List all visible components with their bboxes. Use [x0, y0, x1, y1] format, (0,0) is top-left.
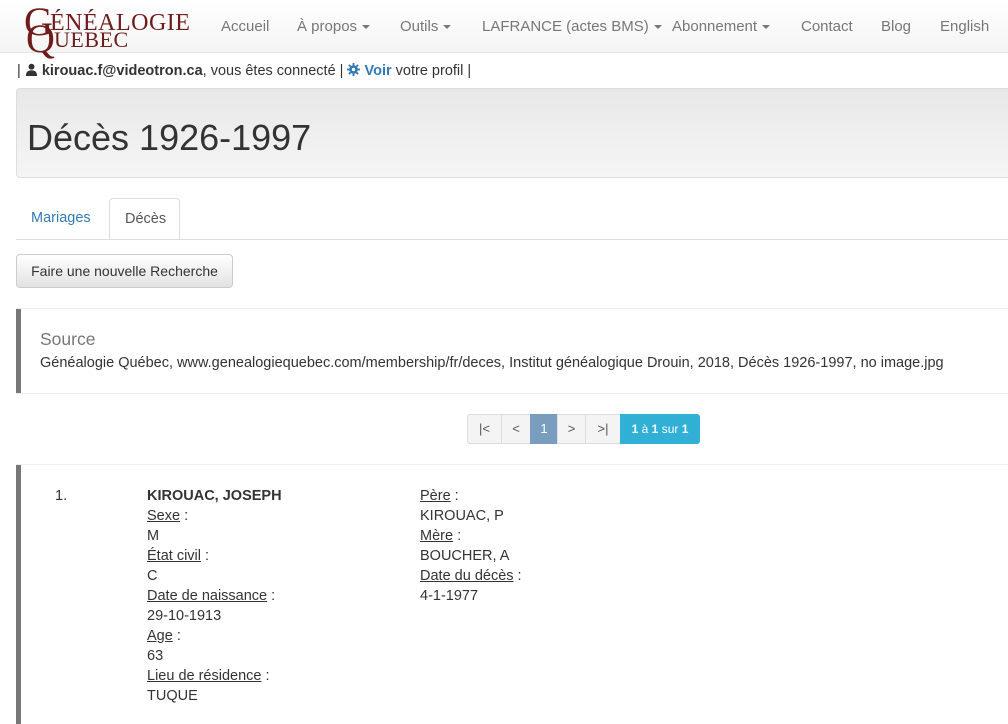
nav-abonnement-label: Abonnement [672, 18, 758, 35]
view-profile-link[interactable]: Voir [347, 63, 395, 79]
person-name: KIROUAC, JOSEPH [147, 488, 282, 504]
pagination-info-from: 1 [631, 422, 639, 436]
sexe-value: M [147, 528, 160, 544]
birth-date-label: Date de naissance [147, 588, 268, 604]
tabs-divider [16, 239, 1008, 240]
etat-civil-label: État civil [147, 548, 201, 564]
pagination-last-button[interactable]: >| [585, 414, 621, 444]
sexe-label: Sexe [147, 508, 181, 524]
caret-down-icon [443, 25, 452, 30]
nav-a-propos-label: À propos [297, 18, 358, 35]
nav-blog[interactable]: Blog [881, 18, 911, 35]
tab-deces[interactable]: Décès [109, 198, 180, 240]
pagination-info: 1 à 1 sur 1 [620, 414, 700, 444]
pagination-first-button[interactable]: |< [467, 414, 502, 444]
tab-mariages[interactable]: Mariages [16, 198, 106, 240]
separator: | [467, 63, 472, 79]
result-person-column: KIROUAC, JOSEPH Sexe : M État civil : C … [147, 488, 282, 704]
navbar: G ÉNÉALOGIE Q UEBEC Accueil À propos Out… [0, 0, 1008, 59]
death-date-label: Date du décès [420, 568, 514, 584]
nav-accueil-label: Accueil [221, 18, 270, 35]
father-label: Père [420, 488, 451, 504]
site-logo[interactable]: G ÉNÉALOGIE Q UEBEC [24, 2, 190, 59]
age-value: 63 [147, 648, 164, 664]
separator: | [339, 63, 344, 79]
page-title: Décès 1926-1997 [27, 117, 312, 158]
residence-label: Lieu de résidence [147, 668, 262, 684]
nav-a-propos[interactable]: À propos [297, 18, 371, 35]
source-title: Source [40, 329, 96, 349]
tab-deces-label: Décès [125, 211, 167, 227]
pagination-current-page[interactable]: 1 [530, 414, 558, 444]
logo-letter-q: Q [26, 16, 55, 61]
new-search-button[interactable]: Faire une nouvelle Recherche [16, 254, 233, 288]
nav-abonnement[interactable]: Abonnement [672, 18, 771, 35]
source-text: Généalogie Québec, www.genealogiequebec.… [40, 355, 944, 371]
divider [16, 393, 1008, 394]
nav-lafrance-label: LAFRANCE (actes BMS) [482, 18, 649, 35]
residence-value: TUQUE [147, 688, 198, 704]
mother-label: Mère [420, 528, 454, 544]
caret-down-icon [362, 25, 371, 30]
etat-civil-value: C [147, 568, 158, 584]
profile-text: votre profil [395, 63, 464, 79]
pagination-next-button[interactable]: > [557, 414, 586, 444]
voir-label: Voir [364, 63, 392, 79]
source-block: Source Généalogie Québec, www.genealogie… [16, 309, 1008, 393]
nav-lafrance[interactable]: LAFRANCE (actes BMS) [482, 18, 662, 35]
separator: | [17, 63, 21, 79]
logo-text-bottom: UEBEC [54, 27, 129, 52]
result-number: 1. [55, 488, 68, 504]
user-status-line: | kirouac.f@videotron.ca, vous êtes conn… [17, 63, 471, 79]
age-label: Age [147, 628, 173, 644]
nav-outils[interactable]: Outils [400, 18, 452, 35]
pagination-info-to: 1 [651, 422, 659, 436]
birth-date-value: 29-10-1913 [147, 608, 222, 624]
father-value: KIROUAC, P [420, 508, 504, 524]
nav-blog-label: Blog [881, 18, 912, 35]
nav-english-label: English [940, 18, 990, 35]
nav-contact-label: Contact [801, 18, 853, 35]
mother-value: BOUCHER, A [420, 548, 510, 564]
death-date-value: 4-1-1977 [420, 588, 479, 604]
page-header: Décès 1926-1997 [16, 88, 1008, 178]
tab-mariages-label: Mariages [31, 210, 91, 226]
connected-text: , vous êtes connecté [202, 63, 336, 79]
nav-accueil[interactable]: Accueil [221, 18, 269, 35]
pagination-info-total: 1 [681, 422, 689, 436]
nav-outils-label: Outils [400, 18, 439, 35]
pagination-info-a: à [641, 422, 649, 436]
nav-contact[interactable]: Contact [801, 18, 853, 35]
caret-down-icon [653, 25, 662, 30]
user-icon [25, 63, 37, 76]
gear-icon [347, 63, 361, 76]
nav-english[interactable]: English [940, 18, 989, 35]
caret-down-icon [762, 25, 771, 30]
user-email: kirouac.f@videotron.ca [41, 63, 203, 79]
pagination-prev-button[interactable]: < [501, 414, 531, 444]
result-parents-column: Père : KIROUAC, P Mère : BOUCHER, A Date… [420, 488, 522, 604]
pagination-info-sur: sur [661, 422, 679, 436]
